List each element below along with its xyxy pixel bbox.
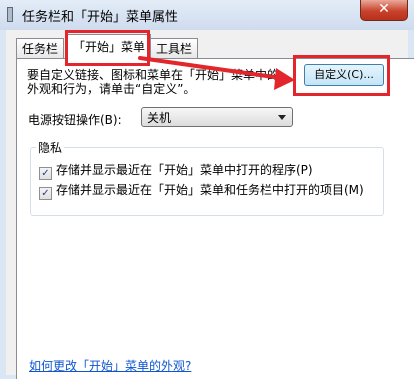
red-arrow-icon — [138, 56, 295, 90]
